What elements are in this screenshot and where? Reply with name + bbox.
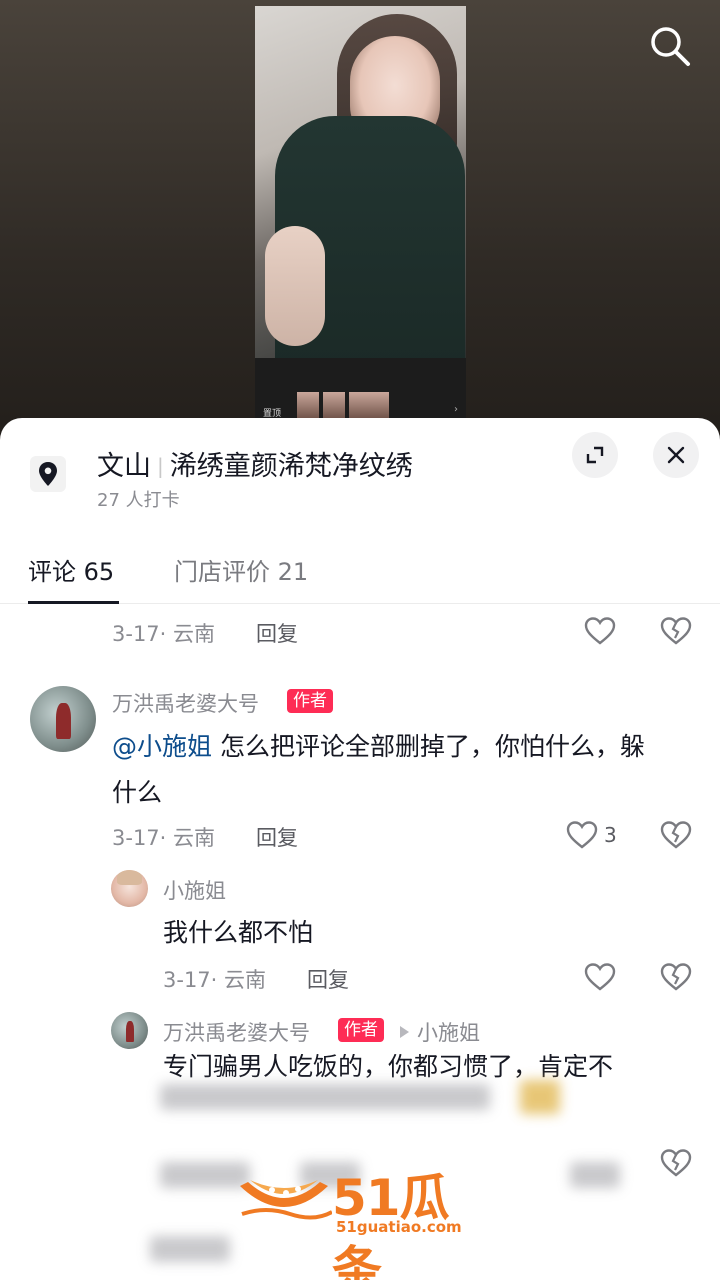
- reply-arrow-icon: [400, 1026, 409, 1038]
- like-count: 3: [604, 823, 617, 847]
- avatar[interactable]: [30, 686, 96, 752]
- close-icon: [667, 446, 685, 464]
- video-figure-arm: [265, 226, 325, 346]
- expand-button[interactable]: [572, 432, 618, 478]
- reply-button[interactable]: 回复: [256, 618, 298, 648]
- search-button[interactable]: [648, 24, 692, 68]
- broken-heart-icon[interactable]: [660, 962, 692, 992]
- expand-icon: [586, 446, 604, 464]
- location-pin-icon: [30, 456, 66, 492]
- title-separator: |: [157, 454, 164, 478]
- comment-meta: 3-17· 云南: [163, 968, 267, 992]
- watermelon-logo-icon: [240, 1180, 332, 1220]
- tab-bar: 评论 65 门店评价 21: [0, 538, 720, 604]
- video-player[interactable]: [255, 6, 466, 358]
- author-badge: 作者: [338, 1018, 384, 1042]
- broken-heart-icon[interactable]: [660, 616, 692, 646]
- author-badge: 作者: [287, 689, 333, 713]
- video-thumbnail-strip: 置顶 ›: [255, 358, 466, 420]
- video-thumbnail[interactable]: [297, 392, 319, 420]
- heart-icon[interactable]: [584, 962, 616, 992]
- place-title[interactable]: 文山 | 浠绣童颜浠梵净纹绣: [97, 444, 413, 483]
- broken-heart-icon[interactable]: [660, 820, 692, 850]
- heart-icon[interactable]: [566, 820, 598, 850]
- place-city: 文山: [97, 451, 151, 482]
- reply-button[interactable]: 回复: [256, 822, 298, 852]
- watermark-url: 51guatiao.com: [336, 1218, 462, 1236]
- comment-meta: 3-17· 云南: [112, 622, 216, 646]
- heart-icon[interactable]: [584, 616, 616, 646]
- tab-store-reviews[interactable]: 门店评价 21: [174, 552, 308, 587]
- comment-text: 我什么都不怕: [163, 918, 314, 947]
- comment-meta: 3-17· 云南: [112, 826, 216, 850]
- comment-text: @小施姐 怎么把评论全部删掉了，你怕什么，躲 什么: [112, 732, 645, 807]
- broken-heart-icon[interactable]: [660, 1148, 692, 1178]
- avatar[interactable]: [111, 870, 148, 907]
- reply-target[interactable]: 小施姐: [400, 1017, 480, 1047]
- reply-button[interactable]: 回复: [307, 964, 349, 994]
- tab-comments[interactable]: 评论 65: [28, 552, 114, 587]
- close-button[interactable]: [653, 432, 699, 478]
- video-thumbnail[interactable]: [323, 392, 345, 420]
- mention-link[interactable]: @小施姐: [112, 732, 212, 761]
- chevron-right-icon: ›: [454, 404, 458, 415]
- video-thumbnail[interactable]: [349, 392, 389, 420]
- screen: 置顶 › 文山 | 浠绣童颜浠梵净纹绣 27 人打卡 评论 65 门店评价 21…: [0, 0, 720, 1280]
- avatar[interactable]: [111, 1012, 148, 1049]
- search-icon: [651, 27, 690, 66]
- comments-sheet: 文山 | 浠绣童颜浠梵净纹绣 27 人打卡 评论 65 门店评价 21 3-17· …: [0, 418, 720, 1280]
- active-tab-indicator: [28, 601, 119, 604]
- checkin-count: 27 人打卡: [97, 490, 180, 511]
- watermark-logo: 51瓜条 51guatiao.com: [236, 1160, 496, 1280]
- comment-username[interactable]: 小施姐: [163, 875, 226, 905]
- comment-username[interactable]: 万洪禹老婆大号: [163, 1017, 310, 1047]
- place-name: 浠绣童颜浠梵净纹绣: [169, 451, 413, 482]
- comment-username[interactable]: 万洪禹老婆大号: [112, 688, 259, 718]
